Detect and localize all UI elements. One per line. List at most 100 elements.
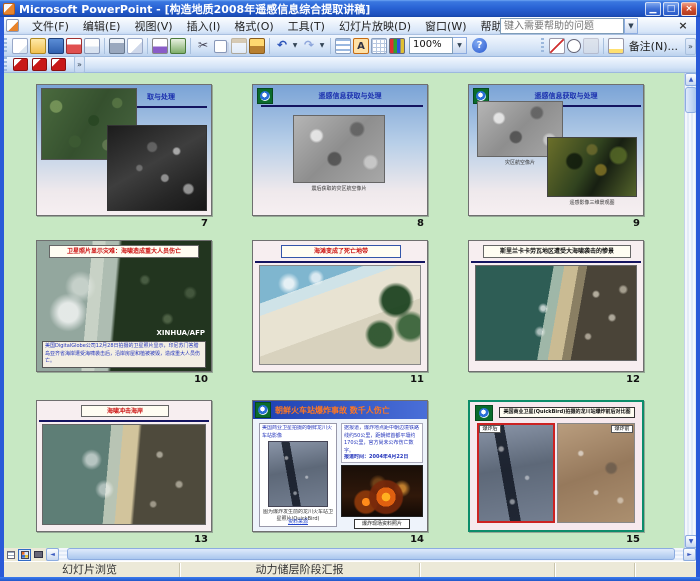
restore-button[interactable]: □ <box>663 2 679 16</box>
slide-sorter-view-button[interactable] <box>18 549 31 561</box>
format-painter-icon[interactable] <box>249 38 265 54</box>
beach-photo <box>259 265 421 365</box>
normal-view-button[interactable] <box>4 549 17 561</box>
slide-number: 7 <box>201 218 208 229</box>
scroll-left-icon[interactable]: ◄ <box>46 548 59 561</box>
slide-title: 卫星照片显示灾难：海啸造成重大人员伤亡 <box>49 245 199 258</box>
toolbar-options-icon[interactable]: » <box>685 38 696 55</box>
color-schemes-icon[interactable] <box>389 38 405 54</box>
menu-edit[interactable]: 编辑(E) <box>76 17 128 35</box>
slide-thumbnail-12[interactable]: 斯里兰卡卡劳瓦地区遭受大海啸袭击的惨景 <box>468 240 644 372</box>
slide-thumbnail-13[interactable]: 海啸冲击海岸 <box>36 400 212 532</box>
new-icon[interactable] <box>12 38 28 54</box>
menu-window[interactable]: 窗口(W) <box>418 17 473 35</box>
photo-label: 爆炸现场资料照片 <box>354 519 410 529</box>
toolbar-separator <box>330 38 331 54</box>
print-preview-icon[interactable] <box>127 38 143 54</box>
slide-thumbnail-9[interactable]: 遥感信息获取与处理 灾区航空像片 遥感影像三维景观图 <box>468 84 644 216</box>
mail-icon[interactable] <box>84 38 100 54</box>
slide-thumbnail-7[interactable]: 取与处理 <box>36 84 212 216</box>
slide-thumbnail-14[interactable]: 朝鲜火车站爆炸事故 数千人伤亡 美国商业卫星拍摄的朝鲜龙川火车站影像 图为爆炸发… <box>252 400 428 532</box>
zoom-value[interactable]: 100% <box>409 37 453 54</box>
status-cell <box>555 563 635 577</box>
menu-file[interactable]: 文件(F) <box>25 17 76 35</box>
news-text-box: 据报道，爆炸地点距中朝边境铁路线约50公里，距朝鲜首都平壤约170公里，官方尚未… <box>341 423 423 463</box>
coast-photo <box>475 265 637 361</box>
notes-button[interactable]: 备注(N)... <box>629 38 678 54</box>
slide-number: 9 <box>633 218 640 229</box>
powerpoint-window: Microsoft PowerPoint - [构造地质2008年遥感信息综合提… <box>0 0 700 581</box>
status-bar: 幻灯片浏览 动力储层阶段汇报 <box>0 561 700 577</box>
redo-icon[interactable]: ↷ <box>301 38 317 54</box>
rehearse-timings-icon[interactable] <box>567 39 581 53</box>
zoom-dropdown-icon[interactable]: ▼ <box>453 37 467 54</box>
slide-thumbnail-15[interactable]: 美国商业卫星(QuickBird)拍摄的龙川站爆炸前后对比图 爆炸后 爆炸前 <box>468 400 644 532</box>
undo-dropdown-icon[interactable]: ▼ <box>291 42 299 49</box>
coast-photo <box>42 424 206 525</box>
slide-thumbnail-11[interactable]: 海滩变成了死亡地带 <box>252 240 428 372</box>
slide-thumbnail-8[interactable]: 遥感信息获取与处理 震后获取的灾区航空像片 <box>252 84 428 216</box>
menu-tools[interactable]: 工具(T) <box>281 17 332 35</box>
permission-icon[interactable] <box>66 38 82 54</box>
research-icon[interactable] <box>170 38 186 54</box>
paste-icon[interactable] <box>231 38 247 54</box>
toolbar-separator <box>269 38 270 54</box>
close-button[interactable]: × <box>681 2 697 16</box>
slide-sorter-pane[interactable]: 取与处理 7 遥感信息获取与处理 震后获取的灾区航空像片 8 遥感信息获取与处理 <box>4 73 684 548</box>
menu-insert[interactable]: 插入(I) <box>180 17 228 35</box>
slideshow-view-button[interactable] <box>32 549 45 561</box>
news-text: 据报道，爆炸地点距中朝边境铁路线约50公里，距朝鲜首都平壤约170公里，官方尚未… <box>344 425 420 453</box>
terrain-3d-photo <box>547 137 637 197</box>
photo-caption: 震后获取的灾区航空像片 <box>293 185 385 192</box>
notes-icon[interactable] <box>608 38 624 54</box>
redo-dropdown-icon[interactable]: ▼ <box>318 42 326 49</box>
hide-slide-icon[interactable] <box>549 38 565 54</box>
after-explosion-photo <box>477 423 555 523</box>
help-question-input[interactable] <box>500 18 624 34</box>
powerpoint-icon <box>3 3 15 15</box>
print-icon[interactable] <box>109 38 125 54</box>
source-link: 资料来源 <box>262 518 334 525</box>
convert-and-review-icon[interactable] <box>51 58 66 71</box>
left-panel: 美国商业卫星拍摄的朝鲜龙川火车站影像 图为爆炸发生前的龙川火车站卫星照片(Qui… <box>259 423 337 527</box>
scroll-right-icon[interactable]: ► <box>683 548 696 561</box>
convert-to-pdf-icon[interactable] <box>13 58 28 71</box>
title-bar: Microsoft PowerPoint - [构造地质2008年遥感信息综合提… <box>0 0 700 17</box>
vertical-scrollbar[interactable]: ▲ ▼ <box>684 73 696 548</box>
spelling-icon[interactable] <box>152 38 168 54</box>
help-dropdown-icon[interactable]: ▼ <box>624 18 638 34</box>
copy-icon[interactable] <box>214 40 227 53</box>
minimize-button[interactable]: ▁ <box>645 2 661 16</box>
slide-transition-icon[interactable] <box>583 38 599 54</box>
toolbar-options-icon[interactable]: » <box>74 56 85 73</box>
slide-number: 11 <box>410 374 424 385</box>
summary-slide-icon[interactable] <box>335 38 351 54</box>
show-grid-icon[interactable] <box>371 38 387 54</box>
help-icon[interactable]: ? <box>472 38 487 53</box>
show-formatting-icon[interactable]: A <box>353 38 369 54</box>
horizontal-scrollbar-thumb[interactable] <box>67 548 675 560</box>
slide-number: 14 <box>410 534 424 545</box>
cut-icon[interactable]: ✂ <box>195 38 211 54</box>
menubar-close-icon[interactable]: × <box>676 19 690 33</box>
toolbar-separator <box>104 38 105 54</box>
undo-icon[interactable]: ↶ <box>274 38 290 54</box>
institute-logo-icon <box>475 405 493 421</box>
photo-caption: 美国DigitalGlobe公司12月28日拍摄的卫星照片显示，印尼苏门答腊岛亚… <box>42 341 206 368</box>
menu-slideshow[interactable]: 幻灯片放映(D) <box>332 17 418 35</box>
standard-toolbar: ✂ ↶ ▼ ↷ ▼ A 100% ▼ ? 备注(N)... » <box>0 35 700 57</box>
slide-number: 13 <box>194 534 208 545</box>
help-question-box: ▼ <box>500 18 638 34</box>
slide-title: 斯里兰卡卡劳瓦地区遭受大海啸袭击的惨景 <box>483 245 631 258</box>
open-icon[interactable] <box>30 38 46 54</box>
convert-and-email-icon[interactable] <box>32 58 47 71</box>
title-rule <box>39 420 209 422</box>
window-border-right <box>696 17 700 577</box>
menu-format[interactable]: 格式(O) <box>227 17 280 35</box>
toolbar-grip[interactable] <box>540 38 545 54</box>
horizontal-scrollbar[interactable] <box>59 548 683 561</box>
menu-view[interactable]: 视图(V) <box>127 17 179 35</box>
pdf-toolbar: » <box>0 57 700 73</box>
save-icon[interactable] <box>48 38 64 54</box>
slide-thumbnail-10[interactable]: 卫星照片显示灾难：海啸造成重大人员伤亡 XINHUA/AFP 美国Digital… <box>36 240 212 372</box>
